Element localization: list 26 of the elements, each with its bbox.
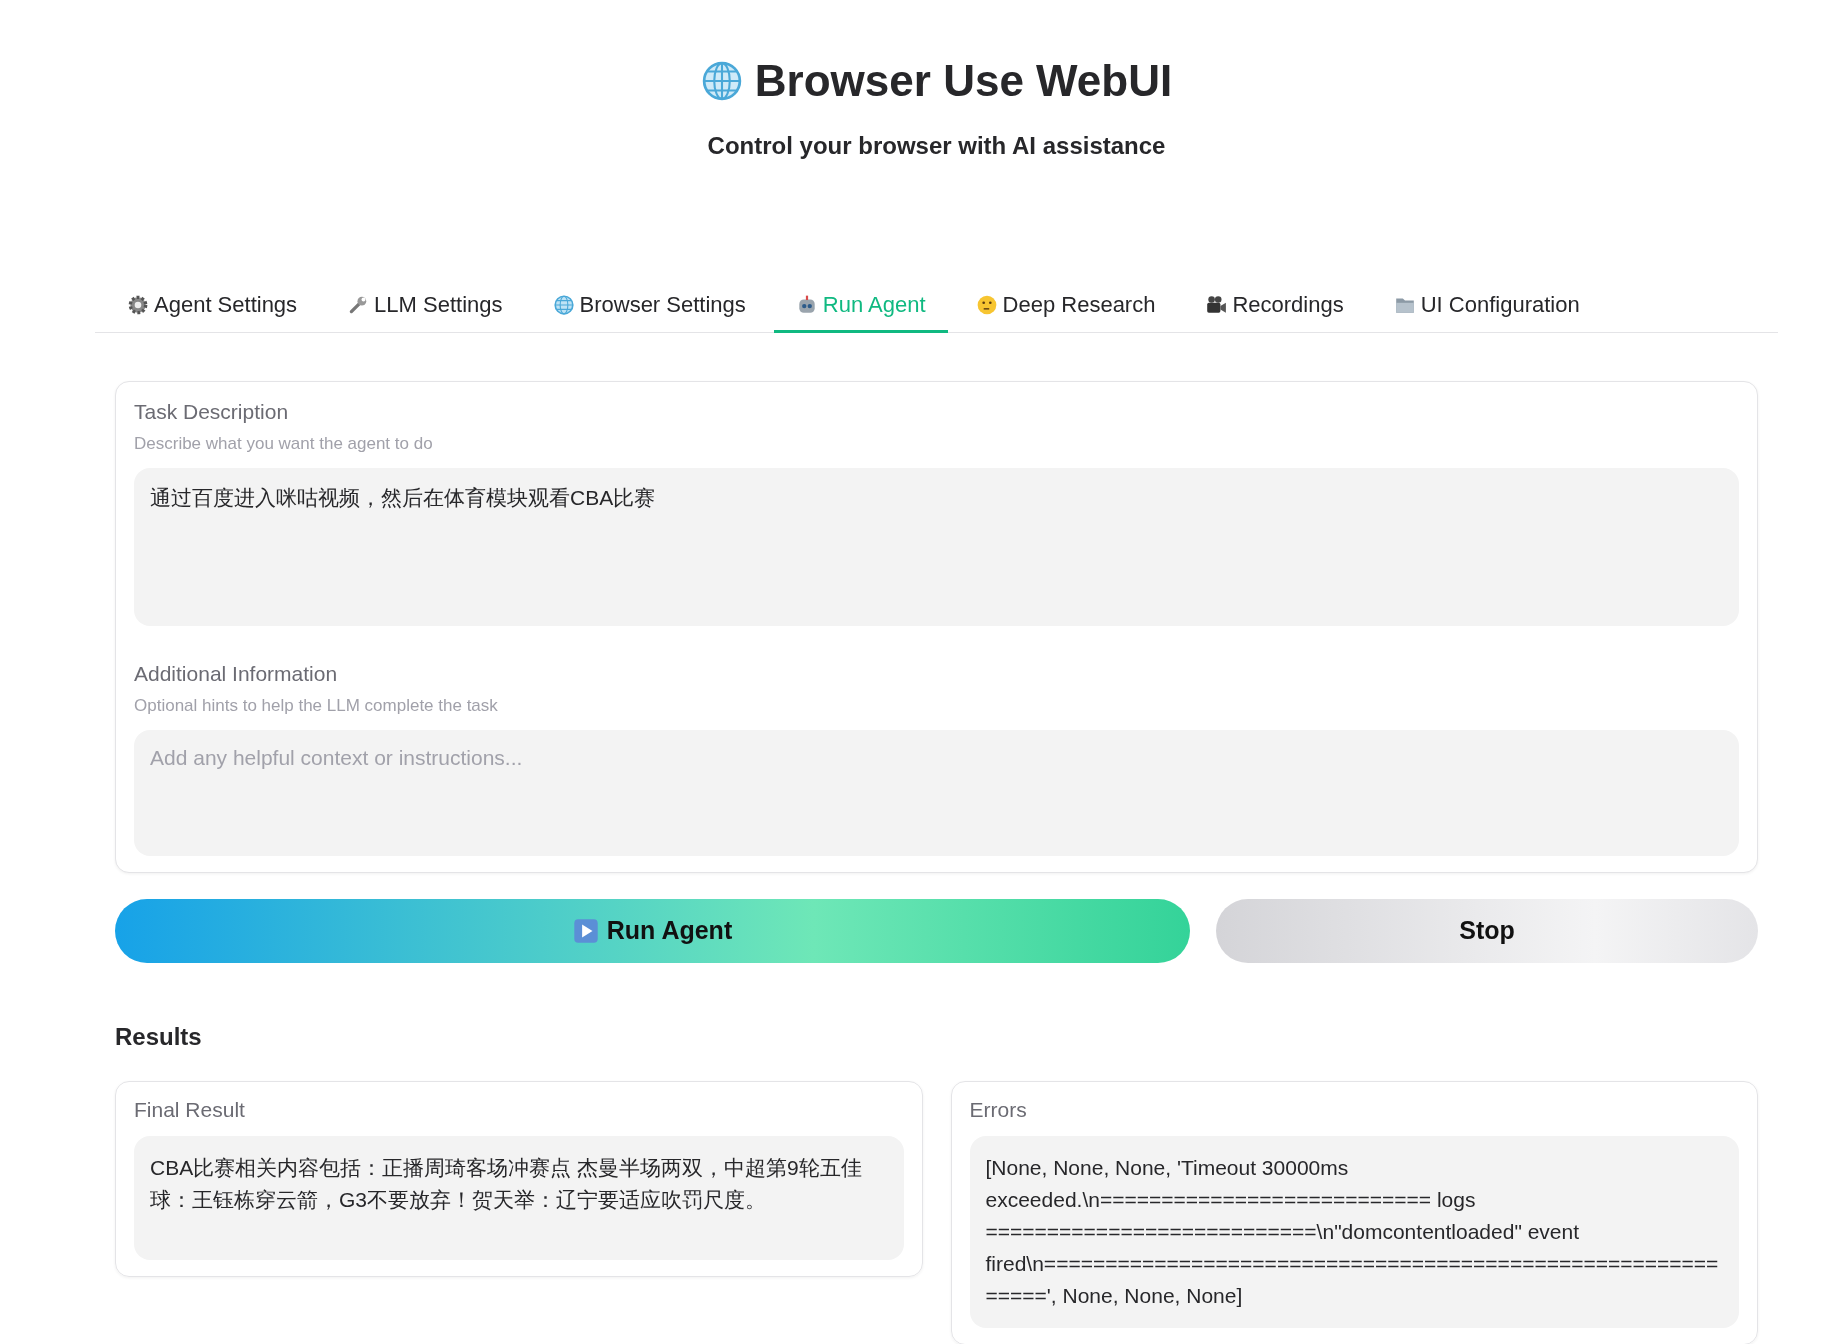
tab[interactable]: Browser Settings: [530, 284, 768, 333]
field-label: Additional Information: [134, 661, 339, 686]
output-text: [None, None, None, 'Timeout 30000ms exceeded.\n=========================== logs ===========================\n"domcontentloaded" event fired\n============================================================', None, None, None]: [969, 1135, 1739, 1328]
gear-icon: [127, 294, 149, 316]
movie-camera-icon: [1205, 294, 1228, 316]
field-label: Errors: [969, 1097, 1028, 1122]
output-text: CBA比赛相关内容包括：正播周琦客场冲赛点 杰曼半场两双，中超第9轮五佳球：王钰栋穿云箭，G3不要放弃！贺天举：辽宁要适应吹罚尺度。: [134, 1135, 904, 1260]
page-subtitle: Control your browser with AI assistance: [707, 132, 1166, 160]
field-hint: Describe what you want the agent to do: [134, 433, 434, 454]
page-title: Browser Use WebUI: [754, 56, 1173, 106]
text-input-field[interactable]: 通过百度进入咪咕视频，然后在体育模块观看CBA比赛: [134, 467, 1739, 626]
play-icon: [572, 917, 599, 944]
globe-icon: [552, 294, 575, 316]
stop-button[interactable]: Stop: [1216, 898, 1758, 963]
tab[interactable]: Recordings: [1183, 284, 1366, 333]
globe-icon: [700, 60, 743, 102]
field-label: Final Result: [134, 1097, 246, 1122]
text-input-field[interactable]: Add any helpful context or instructions...: [134, 729, 1739, 856]
tab[interactable]: LLM Settings: [325, 284, 525, 333]
section-heading: Results: [115, 1022, 203, 1051]
tab[interactable]: UI Configuration: [1371, 284, 1602, 333]
run-agent-button[interactable]: Run Agent: [115, 898, 1190, 963]
field-hint: Optional hints to help the LLM complete the task: [134, 695, 499, 716]
tab[interactable]: Deep Research: [953, 284, 1178, 333]
tab[interactable]: Agent Settings: [105, 284, 320, 333]
field-label: Task Description: [134, 399, 290, 424]
